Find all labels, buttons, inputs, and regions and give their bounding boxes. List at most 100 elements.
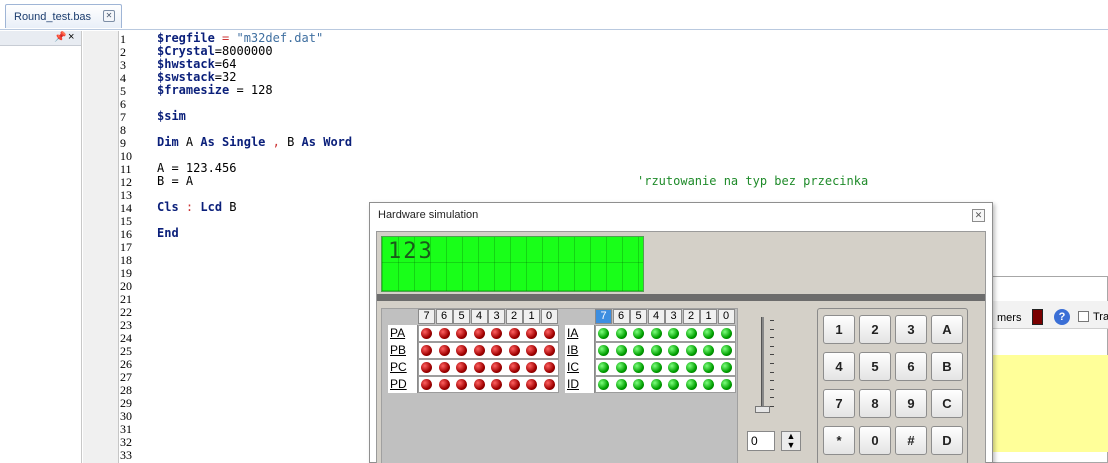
key-d[interactable]: D <box>931 426 963 455</box>
ia-bit-led[interactable] <box>720 328 732 339</box>
pc-bit-led[interactable] <box>456 362 467 373</box>
ia-bit-led[interactable] <box>668 328 679 339</box>
ib-bit-led[interactable] <box>598 345 609 356</box>
window-titlebar[interactable]: Hardware simulation ✕ <box>370 203 992 227</box>
pd-bit-led[interactable] <box>421 379 432 390</box>
id-bit-led[interactable] <box>598 379 609 390</box>
ia-bit-led[interactable] <box>650 328 662 339</box>
id-bit-led[interactable] <box>615 379 627 390</box>
pd-bit-led[interactable] <box>456 379 467 390</box>
pb-bit-led[interactable] <box>543 345 555 356</box>
ib-bit-led[interactable] <box>633 345 644 356</box>
spin-updown-icon[interactable]: ▲ ▼ <box>781 431 801 451</box>
in-bit-header[interactable]: 1 <box>700 309 717 324</box>
key-0[interactable]: 0 <box>859 426 891 455</box>
key-4[interactable]: 4 <box>823 352 855 381</box>
ic-bit-led[interactable] <box>598 362 609 373</box>
ia-bit-led[interactable] <box>703 328 714 339</box>
pa-bit-led[interactable] <box>421 328 432 339</box>
out-bit-header[interactable]: 0 <box>540 309 558 324</box>
pd-bit-led[interactable] <box>526 379 537 390</box>
in-bit-header[interactable]: 4 <box>647 309 665 324</box>
pb-bit-led[interactable] <box>508 345 520 356</box>
key-1[interactable]: 1 <box>823 315 855 344</box>
ia-bit-led[interactable] <box>685 328 697 339</box>
pa-bit-led[interactable] <box>508 328 520 339</box>
ia-bit-led[interactable] <box>598 328 609 339</box>
pc-bit-led[interactable] <box>473 362 485 373</box>
ia-bit-led[interactable] <box>615 328 627 339</box>
out-bit-header[interactable]: 1 <box>523 309 540 324</box>
pa-bit-led[interactable] <box>543 328 555 339</box>
chip-icon[interactable] <box>1032 309 1043 325</box>
pb-bit-led[interactable] <box>421 345 432 356</box>
in-bit-header[interactable]: 6 <box>612 309 630 324</box>
ib-bit-led[interactable] <box>650 345 662 356</box>
key-8[interactable]: 8 <box>859 389 891 418</box>
out-bit-header[interactable]: 5 <box>453 309 470 324</box>
pb-bit-led[interactable] <box>438 345 450 356</box>
ic-bit-led[interactable] <box>633 362 644 373</box>
ic-bit-led[interactable] <box>668 362 679 373</box>
pd-bit-led[interactable] <box>473 379 485 390</box>
key-3[interactable]: 3 <box>895 315 927 344</box>
key-6[interactable]: 6 <box>895 352 927 381</box>
pd-bit-led[interactable] <box>508 379 520 390</box>
id-bit-led[interactable] <box>668 379 679 390</box>
pb-bit-led[interactable] <box>456 345 467 356</box>
trace-checkbox[interactable] <box>1078 311 1089 322</box>
id-bit-led[interactable] <box>685 379 697 390</box>
key-hash[interactable]: # <box>895 426 927 455</box>
key-c[interactable]: C <box>931 389 963 418</box>
ic-bit-led[interactable] <box>615 362 627 373</box>
timers-button-label[interactable]: mers <box>997 312 1021 324</box>
key-b[interactable]: B <box>931 352 963 381</box>
in-bit-header[interactable]: 5 <box>630 309 647 324</box>
key-star[interactable]: * <box>823 426 855 455</box>
in-bit-header[interactable]: 7 <box>595 309 612 324</box>
pc-bit-led[interactable] <box>543 362 555 373</box>
pd-bit-led[interactable] <box>491 379 502 390</box>
pc-bit-led[interactable] <box>421 362 432 373</box>
pd-bit-led[interactable] <box>543 379 555 390</box>
id-bit-led[interactable] <box>633 379 644 390</box>
id-bit-led[interactable] <box>703 379 714 390</box>
id-bit-led[interactable] <box>720 379 732 390</box>
close-icon[interactable]: × <box>68 31 74 43</box>
pb-bit-led[interactable] <box>473 345 485 356</box>
pb-bit-led[interactable] <box>491 345 502 356</box>
slider-thumb[interactable] <box>755 406 770 413</box>
in-bit-header[interactable]: 2 <box>682 309 700 324</box>
pin-icon[interactable]: 📌 <box>54 32 66 43</box>
pa-bit-led[interactable] <box>456 328 467 339</box>
pa-bit-led[interactable] <box>438 328 450 339</box>
pc-bit-led[interactable] <box>526 362 537 373</box>
pa-bit-led[interactable] <box>491 328 502 339</box>
close-tab-icon[interactable]: ✕ <box>103 10 115 22</box>
ib-bit-led[interactable] <box>703 345 714 356</box>
ic-bit-led[interactable] <box>650 362 662 373</box>
key-9[interactable]: 9 <box>895 389 927 418</box>
ib-bit-led[interactable] <box>668 345 679 356</box>
ib-bit-led[interactable] <box>615 345 627 356</box>
out-bit-header[interactable]: 4 <box>470 309 488 324</box>
key-5[interactable]: 5 <box>859 352 891 381</box>
out-bit-header[interactable]: 2 <box>505 309 523 324</box>
ic-bit-led[interactable] <box>685 362 697 373</box>
ic-bit-led[interactable] <box>720 362 732 373</box>
pc-bit-led[interactable] <box>491 362 502 373</box>
ia-bit-led[interactable] <box>633 328 644 339</box>
key-7[interactable]: 7 <box>823 389 855 418</box>
pd-bit-led[interactable] <box>438 379 450 390</box>
out-bit-header[interactable]: 6 <box>435 309 453 324</box>
help-icon[interactable]: ? <box>1054 309 1070 325</box>
key-2[interactable]: 2 <box>859 315 891 344</box>
id-bit-led[interactable] <box>650 379 662 390</box>
tab-round-test[interactable]: Round_test.bas ✕ <box>5 4 122 28</box>
pc-bit-led[interactable] <box>508 362 520 373</box>
spin-value-input[interactable]: 0 <box>747 431 775 451</box>
pa-bit-led[interactable] <box>526 328 537 339</box>
ib-bit-led[interactable] <box>720 345 732 356</box>
close-window-icon[interactable]: ✕ <box>972 209 985 222</box>
out-bit-header[interactable]: 7 <box>418 309 435 324</box>
